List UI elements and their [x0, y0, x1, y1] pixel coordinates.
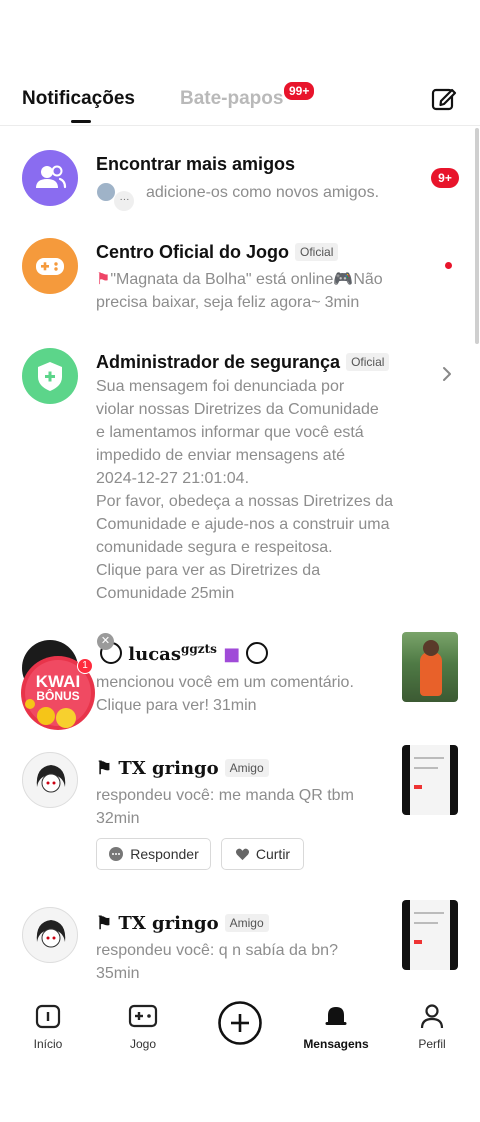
- reply-button[interactable]: Responder: [96, 838, 211, 870]
- kwai-sub-label: BÔNUS: [36, 689, 80, 703]
- flag-icon: ⚑: [96, 913, 113, 934]
- notification-title-sup: ggzts: [180, 642, 217, 656]
- notification-title-text: TX gringo: [118, 913, 219, 934]
- edit-icon: [431, 88, 457, 111]
- megaphone-icon: ⚑: [96, 271, 111, 288]
- header: Notificações Bate-papos 99+: [0, 70, 480, 126]
- notification-body: respondeu você: me manda QR tbm 32min: [96, 784, 426, 830]
- tab-notifications[interactable]: Notificações: [22, 88, 135, 110]
- post-thumbnail[interactable]: [402, 900, 458, 970]
- nav-game[interactable]: Jogo: [117, 1002, 169, 1051]
- nav-home[interactable]: Início: [22, 1002, 74, 1051]
- notification-find-friends[interactable]: Encontrar mais amigos ··· adicione-os co…: [0, 140, 470, 220]
- notification-body: Sua mensagem foi denunciada por violar n…: [96, 378, 394, 602]
- nav-messages-label: Mensagens: [303, 1037, 369, 1051]
- find-friends-avatar: [22, 150, 78, 206]
- notification-title-text: lucas: [128, 644, 181, 665]
- anime-avatar-icon: [36, 920, 66, 948]
- friend-suggestion-avatars: ···: [96, 182, 135, 211]
- nav-game-label: Jogo: [129, 1037, 157, 1051]
- reply-label: Responder: [130, 846, 199, 862]
- timestamp: 32min: [96, 810, 140, 827]
- avatar[interactable]: [22, 907, 78, 963]
- chat-bubble-icon: [109, 847, 124, 861]
- gamepad-icon: [128, 1004, 158, 1028]
- notification-body: respondeu você: q n sabía da bn? 35min: [96, 939, 426, 985]
- thumbnail-figure-head: [423, 640, 439, 656]
- nav-profile[interactable]: Perfil: [406, 1002, 458, 1051]
- nav-home-label: Início: [33, 1037, 63, 1051]
- thumbnail-highlight: [414, 940, 422, 944]
- nav-profile-label: Perfil: [418, 1037, 446, 1051]
- notification-title: Centro Oficial do Jogo Oficial: [96, 242, 339, 263]
- timestamp: 31min: [212, 697, 257, 714]
- game-center-avatar: [22, 238, 78, 294]
- notification-title: ⚑ TX gringo Amigo: [96, 758, 269, 779]
- notification-body: adicione-os como novos amigos.: [146, 184, 380, 201]
- notification-title-text: TX gringo: [118, 758, 219, 779]
- security-avatar: [22, 348, 78, 404]
- chevron-right-icon[interactable]: [440, 364, 454, 389]
- notification-title: ⚑ TX gringo Amigo: [96, 913, 269, 934]
- shield-plus-icon: [38, 362, 62, 391]
- space-invader-icon: ■: [223, 644, 241, 665]
- friend-tag: Amigo: [224, 914, 269, 932]
- thumbnail-text-line: [414, 757, 444, 759]
- thumbnail-screen: [410, 900, 450, 970]
- avatar[interactable]: [22, 752, 78, 808]
- plus-circle-icon: [218, 1001, 262, 1045]
- active-tab-indicator: [71, 120, 91, 123]
- notification-reply[interactable]: ⚑ TX gringo Amigo respondeu você: q n sab…: [0, 897, 470, 987]
- bottom-navigation: Início Jogo Mensagens Perfil: [0, 996, 480, 1066]
- anime-avatar-icon: [36, 765, 66, 793]
- notification-title: Administrador de segurança Oficial: [96, 352, 390, 373]
- thumbnail-highlight: [414, 785, 422, 789]
- chats-badge: 99+: [282, 80, 317, 102]
- thumbnail-screen: [410, 745, 450, 815]
- nav-messages[interactable]: Mensagens: [298, 1002, 374, 1051]
- scrollbar[interactable]: [475, 128, 479, 344]
- kwai-badge: 1: [77, 658, 93, 674]
- bell-icon: [325, 1007, 347, 1025]
- people-icon: [36, 165, 67, 189]
- thumbnail-text-line: [414, 912, 444, 914]
- notification-security-admin[interactable]: Administrador de segurança Oficial Sua me…: [0, 338, 470, 608]
- thumbnail-text-line: [414, 767, 438, 769]
- thumbnail-figure: [420, 652, 442, 696]
- timestamp: 3min: [324, 294, 360, 311]
- create-button[interactable]: [217, 1000, 263, 1049]
- timestamp: 35min: [96, 965, 140, 982]
- like-label: Curtir: [255, 846, 291, 862]
- unread-dot: [445, 262, 452, 269]
- notification-game-center[interactable]: Centro Oficial do Jogo Oficial ⚑"Magnata …: [0, 228, 470, 328]
- kwai-close-button[interactable]: ✕: [97, 633, 114, 650]
- post-thumbnail[interactable]: [402, 632, 458, 702]
- official-tag: Oficial: [295, 243, 339, 261]
- official-tag: Oficial: [346, 353, 390, 371]
- heart-icon: [235, 848, 249, 861]
- decoration-icon: [246, 642, 269, 664]
- kwai-bonus-widget[interactable]: KWAI BÔNUS 1: [18, 652, 98, 732]
- notification-body: ⚑"Magnata da Bolha" está online🎮Não prec…: [96, 271, 383, 311]
- person-icon: [420, 1004, 444, 1029]
- notification-title-text: Centro Oficial do Jogo: [96, 242, 290, 262]
- timestamp: 25min: [190, 585, 235, 602]
- post-thumbnail[interactable]: [402, 745, 458, 815]
- notification-title: lucasggzts ■: [100, 642, 269, 665]
- like-button[interactable]: Curtir: [221, 838, 304, 870]
- notification-body: mencionou você em um comentário. Clique …: [96, 674, 354, 714]
- flag-icon: ⚑: [96, 758, 113, 779]
- gamepad-icon: [36, 258, 64, 275]
- unread-badge: 9+: [431, 168, 459, 188]
- friend-tag: Amigo: [224, 759, 269, 777]
- tab-chats[interactable]: Bate-papos: [180, 88, 283, 110]
- notification-title: Encontrar mais amigos: [96, 154, 296, 174]
- home-icon: [35, 1004, 61, 1029]
- thumbnail-text-line: [414, 922, 438, 924]
- notification-title-text: Administrador de segurança: [96, 352, 341, 372]
- compose-button[interactable]: [430, 85, 458, 113]
